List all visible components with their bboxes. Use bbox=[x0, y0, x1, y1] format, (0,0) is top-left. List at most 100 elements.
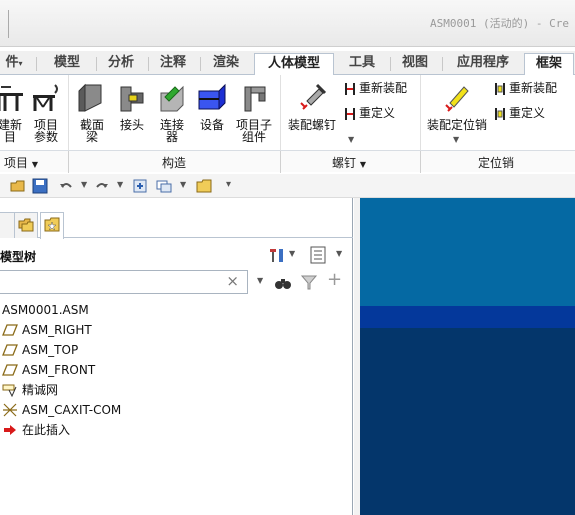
redefine-pin-icon bbox=[495, 107, 505, 120]
item-subassembly-button[interactable]: 项目子 组件 bbox=[234, 83, 274, 143]
joint-button[interactable]: 接头 bbox=[114, 83, 150, 131]
tree-item-asm-right[interactable]: ASM_RIGHT bbox=[0, 320, 349, 340]
connector-icon bbox=[160, 85, 184, 112]
chevron-down-icon[interactable]: ▼ bbox=[180, 180, 186, 189]
tab-divider bbox=[390, 57, 391, 71]
tree-item-label: ASM_TOP bbox=[22, 343, 79, 357]
reassemble-bolt-button[interactable]: 重新装配 bbox=[344, 79, 407, 97]
group-divider bbox=[420, 75, 421, 150]
chevron-down-icon[interactable]: ▼ bbox=[257, 276, 263, 285]
redefine-pin-button[interactable]: 重定义 bbox=[494, 104, 545, 122]
redefine-pin-label: 重定义 bbox=[509, 106, 546, 120]
connector-button[interactable]: 连接 器 bbox=[154, 83, 190, 143]
chevron-down-icon[interactable]: ▼ bbox=[453, 135, 459, 144]
model-tree: ASM0001.ASM ASM_RIGHT ASM_TOP ASM_FRONT … bbox=[0, 300, 349, 440]
chevron-down-icon[interactable]: ▼ bbox=[81, 180, 87, 189]
tab-folder-browser[interactable] bbox=[14, 212, 38, 238]
customize-toolbar-icon[interactable]: ▾ bbox=[226, 179, 231, 190]
tab-manikin[interactable]: 人体模型 bbox=[254, 53, 334, 76]
tree-item-insert-here[interactable]: 在此插入 bbox=[0, 420, 349, 440]
tree-item-asm-top[interactable]: ASM_TOP bbox=[0, 340, 349, 360]
group-bolt-menu[interactable]: 螺钉 ▼ bbox=[332, 154, 366, 171]
tab-render[interactable]: 渲染 bbox=[202, 53, 250, 75]
tab-favorites[interactable] bbox=[40, 212, 64, 239]
tab-label: 件 bbox=[5, 55, 19, 70]
panel-splitter[interactable] bbox=[354, 198, 360, 515]
tab-tools[interactable]: 工具 bbox=[338, 53, 386, 75]
tab-annotate[interactable]: 注释 bbox=[150, 53, 196, 75]
tab-model[interactable]: 模型 bbox=[44, 53, 90, 75]
regenerate-icon[interactable] bbox=[132, 178, 148, 194]
tree-item-asm-front[interactable]: ASM_FRONT bbox=[0, 360, 349, 380]
tools-icon[interactable] bbox=[268, 247, 286, 263]
chevron-down-icon[interactable]: ▼ bbox=[117, 180, 123, 189]
assemble-pin-label: 装配定位销 bbox=[426, 118, 487, 132]
group-item-menu[interactable]: 项目 ▼ bbox=[4, 154, 38, 171]
tab-framework[interactable]: 框架 bbox=[524, 53, 574, 76]
tab-applications[interactable]: 应用程序 bbox=[446, 53, 520, 75]
reassemble-pin-button[interactable]: 重新装配 bbox=[494, 79, 557, 97]
frame-new-icon bbox=[0, 86, 23, 111]
assemble-pin-button[interactable]: 装配定位销 bbox=[424, 83, 490, 131]
favorites-folder-icon bbox=[44, 217, 60, 232]
tree-item-assembly[interactable]: ASM0001.ASM bbox=[0, 300, 349, 320]
title-bar: ASM0001 (活动的) - Cre bbox=[0, 0, 575, 47]
quick-access-toolbar: ▼ ▼ ▼ ▾ bbox=[0, 174, 575, 198]
redefine-bolt-button[interactable]: 重定义 bbox=[344, 104, 395, 122]
equipment-label: 设备 bbox=[199, 118, 224, 132]
tree-item-label: 精诚网 bbox=[22, 383, 59, 397]
new-item-button[interactable]: 建新 目 bbox=[0, 83, 26, 143]
tab-analysis[interactable]: 分析 bbox=[98, 53, 144, 75]
tree-item-label: 在此插入 bbox=[22, 423, 71, 437]
reassemble-pin-icon bbox=[495, 82, 505, 95]
datum-plane-icon bbox=[2, 324, 18, 336]
chevron-down-icon[interactable]: ▼ bbox=[348, 135, 354, 144]
item-parameters-button[interactable]: 项目 参数 bbox=[30, 83, 62, 143]
tab-divider bbox=[200, 57, 201, 71]
open-icon[interactable] bbox=[10, 178, 26, 194]
ribbon-group-labels: 项目 ▼ 构造 螺钉 ▼ 定位销 ▼ ▼ bbox=[0, 135, 575, 173]
section-beam-button[interactable]: 截面 梁 bbox=[74, 83, 110, 143]
tree-item-skeleton[interactable]: 精诚网 bbox=[0, 380, 349, 400]
windows-icon[interactable] bbox=[156, 178, 172, 194]
chevron-down-icon: ▼ bbox=[31, 160, 38, 169]
group-pin-label: 定位销 bbox=[478, 156, 515, 170]
add-column-icon[interactable]: + bbox=[327, 269, 342, 290]
navigator-panel: 模型树 ▼ ▼ × ▼ + ASM0001.ASM ASM_RIGHT ASM_… bbox=[0, 198, 353, 515]
tree-item-label: ASM_FRONT bbox=[22, 363, 96, 377]
assemble-bolt-button[interactable]: 装配螺钉 bbox=[284, 83, 340, 131]
chevron-down-icon[interactable]: ▼ bbox=[289, 249, 295, 258]
beam-icon bbox=[78, 83, 102, 112]
folder-icon[interactable] bbox=[196, 178, 212, 194]
item-parameters-label-2: 参数 bbox=[33, 130, 58, 144]
tree-item-csys[interactable]: ASM_CAXIT-COM bbox=[0, 400, 349, 420]
subassembly-icon bbox=[244, 86, 266, 112]
undo-icon[interactable] bbox=[58, 178, 74, 194]
search-input[interactable] bbox=[0, 271, 219, 293]
redefine-bolt-icon bbox=[345, 107, 355, 120]
binoculars-icon[interactable] bbox=[274, 273, 292, 291]
tree-item-label: ASM_RIGHT bbox=[22, 323, 92, 337]
datum-plane-icon bbox=[2, 344, 18, 356]
tab-divider bbox=[148, 57, 149, 71]
tab-parts[interactable]: 件▾ bbox=[0, 53, 28, 75]
tree-item-label: ASM_CAXIT-COM bbox=[22, 403, 122, 417]
reassemble-bolt-label: 重新装配 bbox=[359, 81, 408, 95]
model-tree-search-row: × ▼ + bbox=[0, 268, 349, 296]
group-construct-label: 构造 bbox=[162, 156, 187, 170]
equipment-button[interactable]: 设备 bbox=[194, 83, 230, 131]
group-divider bbox=[280, 75, 281, 150]
graphics-window[interactable] bbox=[354, 198, 575, 515]
tab-view[interactable]: 视图 bbox=[392, 53, 438, 75]
folder-browser-icon bbox=[18, 218, 34, 232]
redo-icon[interactable] bbox=[94, 178, 110, 194]
save-icon[interactable] bbox=[32, 178, 48, 194]
clear-search-icon[interactable]: × bbox=[226, 272, 239, 290]
filter-icon[interactable] bbox=[300, 273, 318, 291]
tab-divider bbox=[96, 57, 97, 71]
group-item-label: 项目 bbox=[4, 156, 29, 170]
settings-list-icon[interactable] bbox=[309, 246, 327, 264]
tab-divider bbox=[442, 57, 443, 71]
chevron-down-icon[interactable]: ▼ bbox=[336, 249, 342, 258]
datum-plane-icon bbox=[2, 364, 18, 376]
